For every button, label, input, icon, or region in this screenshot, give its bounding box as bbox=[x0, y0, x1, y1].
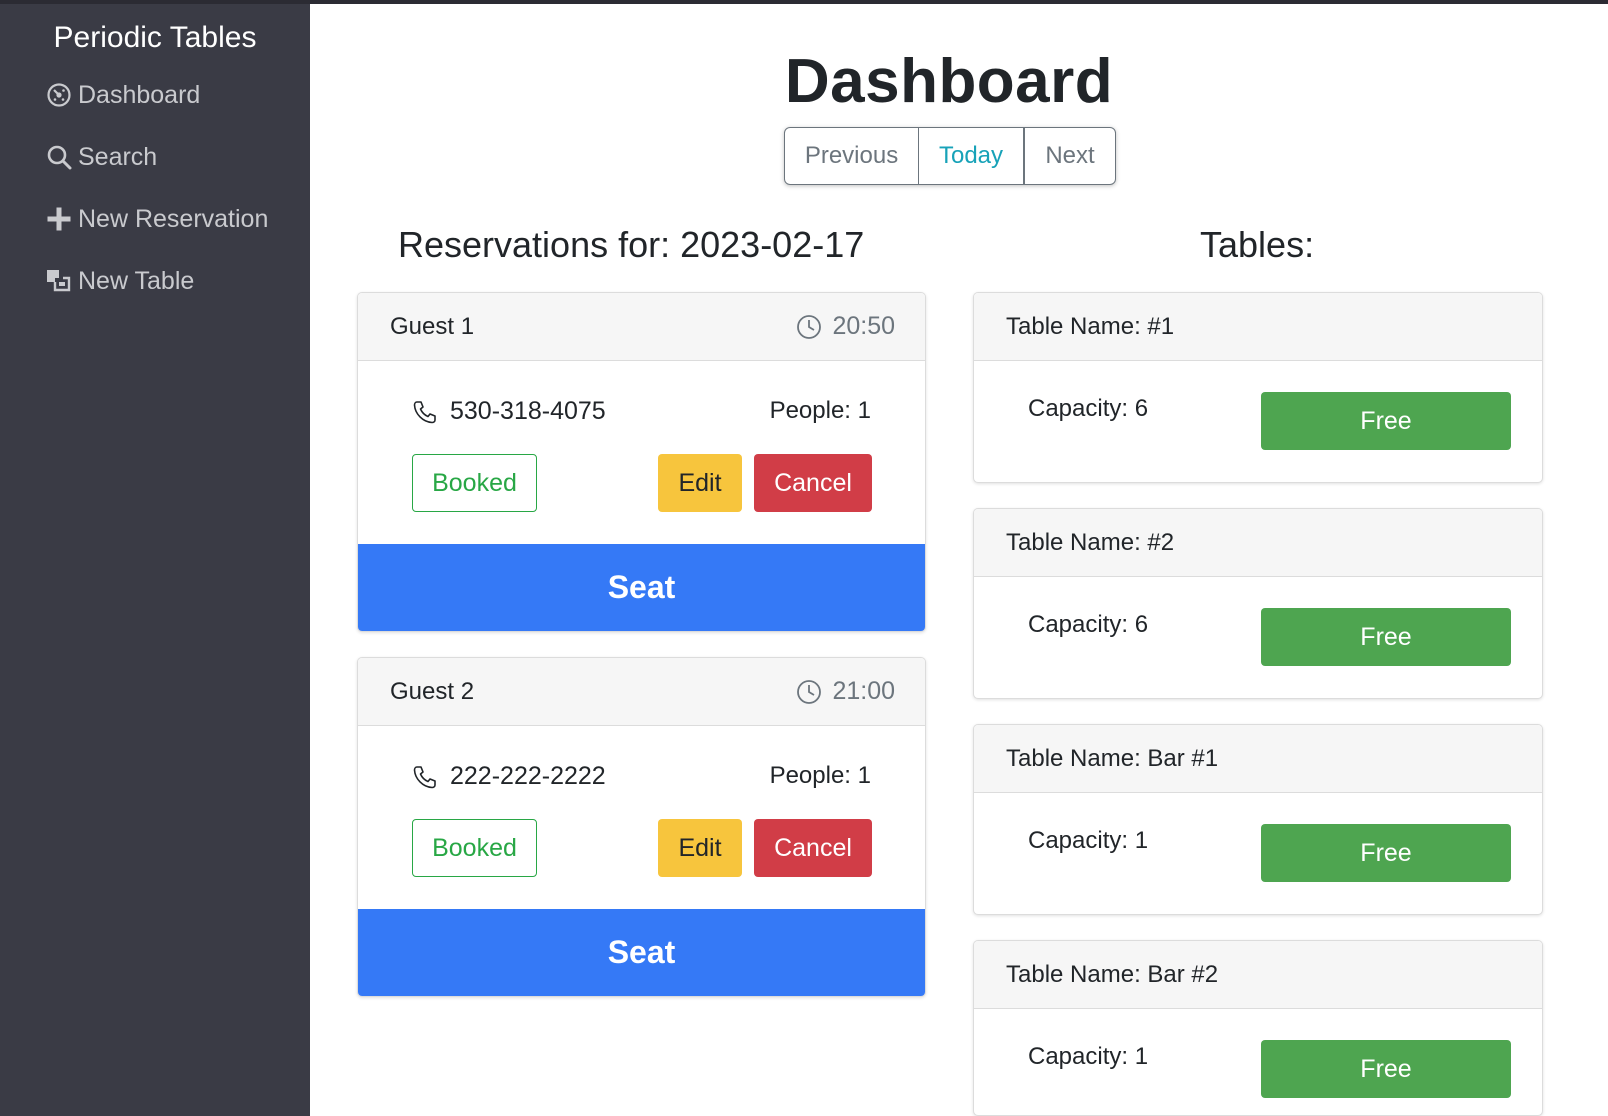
phone-icon bbox=[413, 765, 436, 788]
cancel-button[interactable]: Cancel bbox=[754, 819, 872, 877]
guest-name: Guest 1 bbox=[390, 312, 475, 340]
table-capacity: Capacity: 1 bbox=[1028, 827, 1149, 854]
search-icon bbox=[46, 144, 72, 170]
reservation-card-body: 222-222-2222 People: 1 Booked Edit Cance… bbox=[358, 726, 925, 909]
time-value: 20:50 bbox=[832, 312, 895, 340]
reservation-card: Guest 1 20:50 530-318-4075 People: 1 Boo… bbox=[357, 292, 926, 632]
main-content: Dashboard Previous Today Next Reservatio… bbox=[310, 4, 1608, 1116]
edit-button[interactable]: Edit bbox=[658, 454, 742, 512]
date-navigation: Previous Today Next bbox=[784, 127, 1116, 185]
phone-number: 530-318-4075 bbox=[412, 397, 606, 426]
table-status-badge: Free bbox=[1261, 392, 1511, 450]
reservation-card-header: Guest 2 21:00 bbox=[358, 658, 925, 726]
table-card: Table Name: #2 Capacity: 6 Free bbox=[973, 508, 1543, 699]
table-card-header: Table Name: #1 bbox=[974, 293, 1542, 361]
status-badge[interactable]: Booked bbox=[412, 454, 537, 512]
cancel-button[interactable]: Cancel bbox=[754, 454, 872, 512]
reservation-time: 21:00 bbox=[796, 677, 895, 706]
phone-value: 530-318-4075 bbox=[450, 397, 606, 425]
seat-button[interactable]: Seat bbox=[358, 544, 925, 631]
reservation-card-body: 530-318-4075 People: 1 Booked Edit Cance… bbox=[358, 361, 925, 544]
sidebar-item-dashboard[interactable]: Dashboard bbox=[0, 64, 310, 126]
table-status-badge: Free bbox=[1261, 608, 1511, 666]
table-capacity: Capacity: 6 bbox=[1028, 611, 1149, 638]
table-name: Table Name: #2 bbox=[1006, 528, 1175, 556]
guest-name: Guest 2 bbox=[390, 677, 475, 705]
page-title: Dashboard bbox=[784, 47, 1114, 116]
window-top-border bbox=[0, 0, 1608, 4]
people-count: People: 1 bbox=[769, 762, 871, 789]
phone-number: 222-222-2222 bbox=[412, 762, 606, 791]
previous-button[interactable]: Previous bbox=[784, 127, 919, 185]
next-button[interactable]: Next bbox=[1024, 127, 1116, 185]
seat-button[interactable]: Seat bbox=[358, 909, 925, 996]
table-card-body: Capacity: 1 Free bbox=[974, 1009, 1542, 1115]
sidebar-item-label: Search bbox=[78, 142, 158, 171]
sidebar-item-new-reservation[interactable]: New Reservation bbox=[0, 188, 310, 250]
table-name: Table Name: #1 bbox=[1006, 312, 1175, 340]
reservation-card: Guest 2 21:00 222-222-2222 People: 1 Boo… bbox=[357, 657, 926, 997]
sidebar-item-label: Dashboard bbox=[78, 80, 201, 109]
phone-icon bbox=[413, 400, 436, 423]
reservation-time: 20:50 bbox=[796, 312, 895, 341]
sidebar-item-new-table[interactable]: New Table bbox=[0, 250, 310, 312]
dashboard-icon bbox=[46, 82, 72, 108]
table-name: Table Name: Bar #1 bbox=[1006, 744, 1219, 772]
clock-icon bbox=[797, 679, 822, 704]
phone-value: 222-222-2222 bbox=[450, 762, 606, 790]
sidebar-item-label: New Reservation bbox=[78, 204, 269, 233]
reservation-card-header: Guest 1 20:50 bbox=[358, 293, 925, 361]
table-status-badge: Free bbox=[1261, 1040, 1511, 1098]
table-card-body: Capacity: 6 Free bbox=[974, 361, 1542, 482]
people-count: People: 1 bbox=[769, 397, 871, 424]
brand-title[interactable]: Periodic Tables bbox=[0, 16, 310, 60]
table-name: Table Name: Bar #2 bbox=[1006, 960, 1219, 988]
sidebar: Periodic Tables Dashboard Search New Res… bbox=[0, 4, 310, 1116]
table-status-badge: Free bbox=[1261, 824, 1511, 882]
reservations-heading: Reservations for: 2023-02-17 bbox=[398, 224, 865, 265]
table-card: Table Name: #1 Capacity: 6 Free bbox=[973, 292, 1543, 483]
layers-icon bbox=[46, 268, 72, 294]
table-card: Table Name: Bar #2 Capacity: 1 Free bbox=[973, 940, 1543, 1116]
table-card-header: Table Name: Bar #1 bbox=[974, 725, 1542, 793]
table-capacity: Capacity: 6 bbox=[1028, 395, 1149, 422]
table-card-body: Capacity: 1 Free bbox=[974, 793, 1542, 914]
status-badge[interactable]: Booked bbox=[412, 819, 537, 877]
today-button[interactable]: Today bbox=[919, 127, 1024, 185]
plus-icon bbox=[46, 206, 72, 232]
table-capacity: Capacity: 1 bbox=[1028, 1043, 1149, 1070]
table-card: Table Name: Bar #1 Capacity: 1 Free bbox=[973, 724, 1543, 915]
tables-heading: Tables: bbox=[1200, 224, 1315, 265]
table-card-body: Capacity: 6 Free bbox=[974, 577, 1542, 698]
sidebar-item-label: New Table bbox=[78, 266, 195, 295]
clock-icon bbox=[797, 314, 822, 339]
table-card-header: Table Name: Bar #2 bbox=[974, 941, 1542, 1009]
time-value: 21:00 bbox=[832, 677, 895, 705]
sidebar-item-search[interactable]: Search bbox=[0, 126, 310, 188]
table-card-header: Table Name: #2 bbox=[974, 509, 1542, 577]
edit-button[interactable]: Edit bbox=[658, 819, 742, 877]
